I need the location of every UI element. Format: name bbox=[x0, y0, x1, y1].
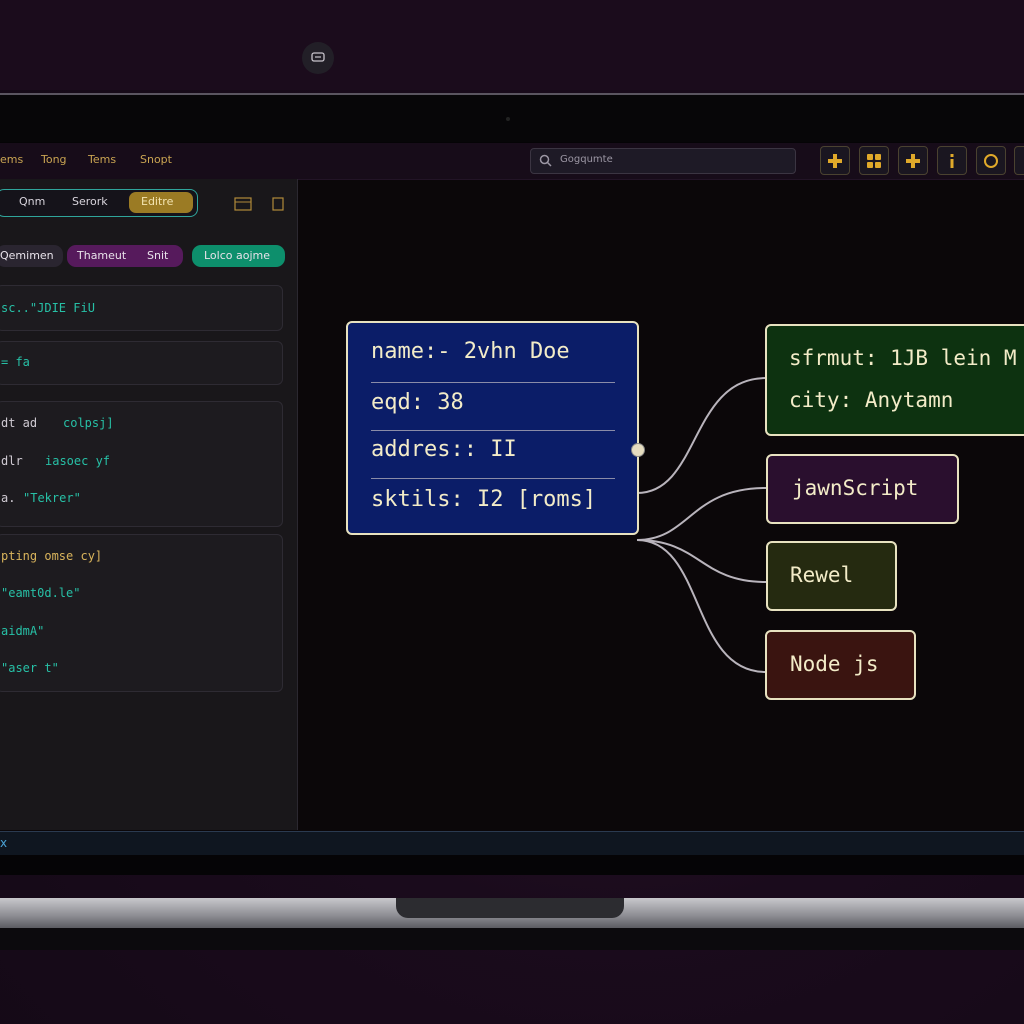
edge-react bbox=[636, 539, 767, 583]
field-name: name:- 2vhn Doe bbox=[371, 339, 570, 364]
skill-node-javascript[interactable]: jawnScript bbox=[766, 454, 959, 524]
field-age: eqd: 38 bbox=[371, 390, 464, 415]
field-skills: sktils: I2 [roms] bbox=[371, 487, 597, 512]
node-port[interactable] bbox=[631, 443, 645, 457]
skill-label: Rewel bbox=[790, 563, 854, 587]
address-city: city: Anytamn bbox=[789, 388, 954, 412]
edge-javascript bbox=[636, 487, 767, 541]
laptop-notch bbox=[396, 898, 624, 918]
base-shadow bbox=[0, 928, 1024, 950]
skill-node-nodejs[interactable]: Node js bbox=[765, 630, 916, 700]
address-node[interactable]: sfrmut: 1JB lein M city: Anytamn bbox=[765, 324, 1024, 436]
skill-label: Node js bbox=[790, 652, 879, 676]
skill-label: jawnScript bbox=[792, 476, 919, 500]
field-address: addres:: II bbox=[371, 437, 517, 462]
field-divider bbox=[371, 478, 615, 479]
address-street: sfrmut: 1JB lein M bbox=[789, 346, 1017, 370]
edge-address bbox=[636, 377, 767, 494]
field-divider bbox=[371, 382, 615, 383]
person-node[interactable]: name:- 2vhn Doe eqd: 38 addres:: II skti… bbox=[346, 321, 639, 535]
field-divider bbox=[371, 430, 615, 431]
skill-node-react[interactable]: Rewel bbox=[766, 541, 897, 611]
edge-nodejs bbox=[636, 539, 767, 673]
